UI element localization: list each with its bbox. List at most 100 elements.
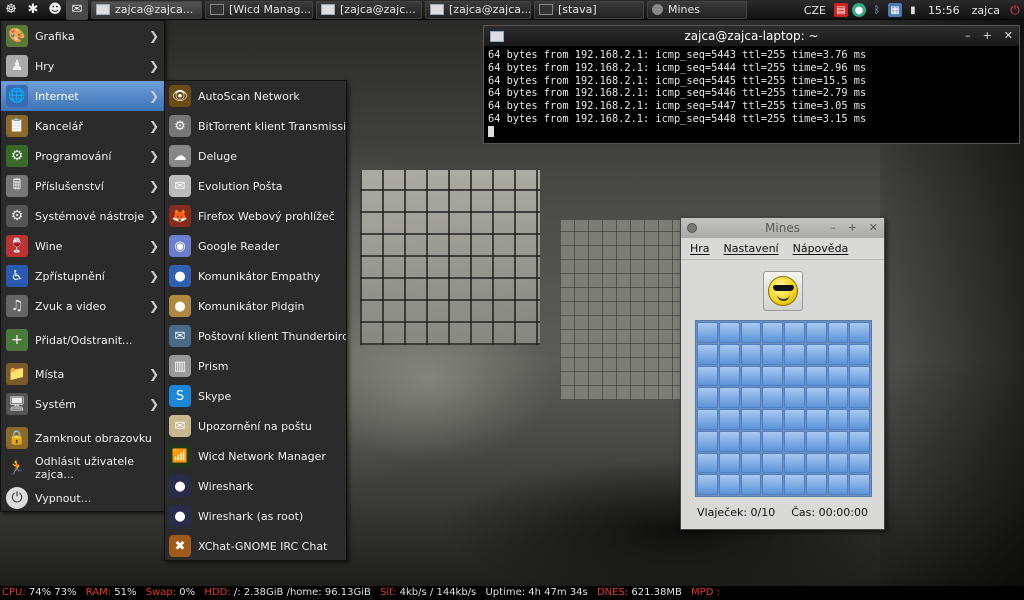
battery-icon[interactable]: ▮	[906, 3, 920, 17]
mine-cell[interactable]	[740, 474, 762, 495]
mine-cell[interactable]	[805, 322, 827, 343]
submenu-item[interactable]: ✉ Poštovní klient Thunderbird	[165, 321, 346, 351]
mine-cell[interactable]	[740, 430, 762, 452]
menu-category-5[interactable]: 🖩 Příslušenství ❯	[1, 171, 164, 201]
mine-cell[interactable]	[762, 430, 783, 452]
mine-cell[interactable]	[784, 365, 805, 387]
mine-cell[interactable]	[805, 365, 827, 387]
mine-cell[interactable]	[827, 365, 849, 387]
mine-cell[interactable]	[697, 452, 718, 474]
taskbar-button[interactable]: [zajca@zajca...	[425, 0, 531, 19]
mines-menu-0[interactable]: Hra	[690, 242, 710, 255]
submenu-item[interactable]: ● Wireshark	[165, 471, 346, 501]
mail-icon[interactable]: ✉	[66, 0, 88, 20]
mine-cell[interactable]	[697, 430, 718, 452]
mine-cell[interactable]	[718, 474, 740, 495]
mine-cell[interactable]	[718, 343, 740, 365]
submenu-item[interactable]: ✖ XChat-GNOME IRC Chat	[165, 531, 346, 561]
submenu-item[interactable]: ✉ Evolution Pošta	[165, 171, 346, 201]
mine-cell[interactable]	[697, 322, 718, 343]
terminal-output[interactable]: 64 bytes from 192.168.2.1: icmp_seq=5443…	[484, 46, 1019, 142]
mine-cell[interactable]	[805, 430, 827, 452]
menu-places[interactable]: 📁 Místa ❯	[1, 359, 164, 389]
menu-category-9[interactable]: ♫ Zvuk a video ❯	[1, 291, 164, 321]
menu-add-remove[interactable]: + Přidat/Odstranit...	[1, 325, 164, 355]
minimize-icon[interactable]: –	[965, 29, 971, 42]
mine-cell[interactable]	[827, 387, 849, 408]
close-icon[interactable]: ✕	[1004, 29, 1013, 42]
submenu-item[interactable]: 📶 Wicd Network Manager	[165, 441, 346, 471]
new-game-button[interactable]	[763, 271, 803, 311]
mine-cell[interactable]	[697, 409, 718, 430]
mine-cell[interactable]	[718, 387, 740, 408]
mine-cell[interactable]	[718, 430, 740, 452]
mine-cell[interactable]	[784, 322, 805, 343]
submenu-item[interactable]: ⚙ BitTorrent klient Transmission	[165, 111, 346, 141]
menu-category-7[interactable]: 🍷 Wine ❯	[1, 231, 164, 261]
close-icon[interactable]: ✕	[869, 221, 878, 234]
mine-cell[interactable]	[697, 474, 718, 495]
mine-cell[interactable]	[805, 474, 827, 495]
taskbar-button[interactable]: Mines	[647, 0, 747, 19]
mine-cell[interactable]	[827, 430, 849, 452]
mine-cell[interactable]	[849, 343, 870, 365]
submenu-item[interactable]: S Skype	[165, 381, 346, 411]
mine-cell[interactable]	[718, 409, 740, 430]
mine-cell[interactable]	[827, 409, 849, 430]
submenu-item[interactable]: ✉ Upozornění na poštu	[165, 411, 346, 441]
mine-cell[interactable]	[740, 387, 762, 408]
submenu-item[interactable]: ● Komunikátor Empathy	[165, 261, 346, 291]
mine-cell[interactable]	[697, 365, 718, 387]
menu-category-6[interactable]: ⚙ Systémové nástroje ❯	[1, 201, 164, 231]
mine-cell[interactable]	[849, 409, 870, 430]
menu-shutdown[interactable]: ⏻ Vypnout...	[1, 483, 164, 513]
mine-cell[interactable]	[784, 343, 805, 365]
mine-cell[interactable]	[827, 474, 849, 495]
menu-category-2[interactable]: 🌐 Internet ❯	[1, 81, 164, 111]
mine-cell[interactable]	[718, 365, 740, 387]
mine-cell[interactable]	[762, 343, 783, 365]
main-menu-icon[interactable]: ☸	[0, 0, 22, 20]
mine-cell[interactable]	[784, 430, 805, 452]
submenu-item[interactable]: ☁ Deluge	[165, 141, 346, 171]
submenu-item[interactable]: ● Wireshark (as root)	[165, 501, 346, 531]
menu-category-1[interactable]: ♟ Hry ❯	[1, 51, 164, 81]
mine-cell[interactable]	[762, 409, 783, 430]
mine-cell[interactable]	[784, 474, 805, 495]
mine-cell[interactable]	[784, 387, 805, 408]
mine-cell[interactable]	[697, 387, 718, 408]
mine-cell[interactable]	[827, 343, 849, 365]
mine-cell[interactable]	[805, 452, 827, 474]
maximize-icon[interactable]: +	[848, 221, 857, 234]
settings-icon[interactable]: ✱	[22, 0, 44, 20]
mine-cell[interactable]	[740, 452, 762, 474]
user-menu[interactable]: zajca	[966, 0, 1006, 20]
menu-system[interactable]: 🖥 Systém ❯	[1, 389, 164, 419]
mine-cell[interactable]	[805, 343, 827, 365]
mine-cell[interactable]	[849, 474, 870, 495]
taskbar-button[interactable]: [stava]	[534, 0, 644, 19]
mine-cell[interactable]	[718, 452, 740, 474]
mine-cell[interactable]	[849, 430, 870, 452]
power-menu-icon[interactable]: ⏻	[1008, 3, 1022, 17]
menu-category-3[interactable]: 📋 Kancelář ❯	[1, 111, 164, 141]
taskbar-button[interactable]: [Wicd Manag...	[205, 0, 313, 19]
mine-cell[interactable]	[762, 474, 783, 495]
mine-cell[interactable]	[784, 409, 805, 430]
minimize-icon[interactable]: –	[830, 221, 836, 234]
mine-cell[interactable]	[784, 452, 805, 474]
mine-cell[interactable]	[740, 409, 762, 430]
menu-category-4[interactable]: ⚙ Programování ❯	[1, 141, 164, 171]
submenu-item[interactable]: 🦊 Firefox Webový prohlížeč	[165, 201, 346, 231]
mine-cell[interactable]	[740, 365, 762, 387]
mine-cell[interactable]	[762, 387, 783, 408]
network-tray-icon[interactable]: ▦	[887, 3, 902, 17]
mine-cell[interactable]	[849, 365, 870, 387]
mines-titlebar[interactable]: Mines – + ✕	[681, 218, 884, 238]
mine-cell[interactable]	[740, 322, 762, 343]
emoticon-icon[interactable]: ☻	[44, 0, 66, 20]
mine-cell[interactable]	[827, 322, 849, 343]
mine-cell[interactable]	[827, 452, 849, 474]
menu-category-0[interactable]: 🎨 Grafika ❯	[1, 21, 164, 51]
submenu-item[interactable]: ◉ Google Reader	[165, 231, 346, 261]
